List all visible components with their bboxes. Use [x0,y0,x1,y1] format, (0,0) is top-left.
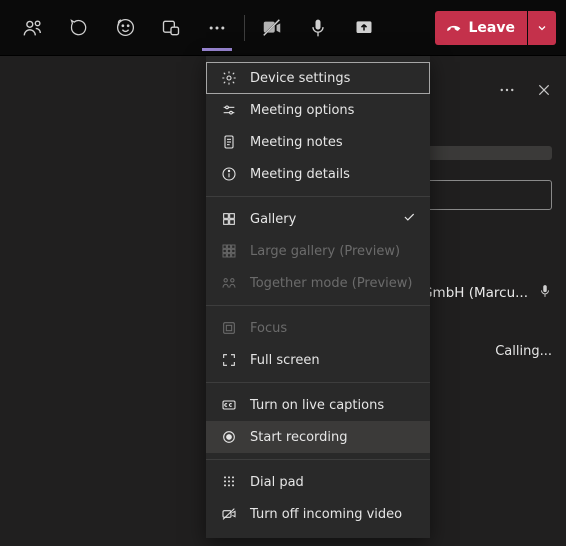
leave-label: Leave [469,20,515,36]
menu-item-start-recording[interactable]: Start recording [206,421,430,453]
menu-label: Device settings [250,71,350,86]
menu-item-meeting-notes[interactable]: Meeting notes [206,126,430,158]
chat-icon [69,18,89,38]
menu-label: Dial pad [250,475,304,490]
menu-item-large-gallery: Large gallery (Preview) [206,235,430,267]
record-icon [220,428,238,446]
mic-toggle-button[interactable] [295,5,341,51]
focus-icon [220,319,238,337]
people-icon [22,17,44,39]
menu-label: Together mode (Preview) [250,276,413,291]
check-icon [402,210,416,228]
panel-more-button[interactable] [498,81,516,103]
panel-close-button[interactable] [536,82,552,102]
rooms-icon [161,18,181,38]
fullscreen-icon [220,351,238,369]
more-actions-button[interactable] [194,5,240,51]
toolbar-separator [244,15,245,41]
leave-button[interactable]: Leave [435,11,527,45]
reactions-icon [115,17,136,38]
menu-item-device-settings[interactable]: Device settings [206,62,430,94]
more-actions-menu: Device settings Meeting options Meeting … [206,56,430,538]
gallery-icon [220,210,238,228]
sliders-icon [220,101,238,119]
dialpad-icon [220,473,238,491]
menu-item-dial-pad[interactable]: Dial pad [206,466,430,498]
menu-item-turn-off-incoming-video[interactable]: Turn off incoming video [206,498,430,530]
chevron-down-icon [536,22,548,34]
hangup-icon [445,19,463,37]
menu-label: Full screen [250,353,320,368]
gear-icon [220,69,238,87]
leave-group: Leave [435,11,556,45]
participant-mic-icon [538,284,552,302]
active-indicator [202,48,232,51]
more-icon [498,81,516,99]
leave-dropdown-button[interactable] [528,11,556,45]
menu-item-live-captions[interactable]: Turn on live captions [206,389,430,421]
close-icon [536,82,552,98]
mic-icon [308,18,328,38]
camera-off-icon [261,17,283,39]
more-icon [207,18,227,38]
menu-item-together-mode: Together mode (Preview) [206,267,430,299]
menu-label: Large gallery (Preview) [250,244,400,259]
participant-name: GmbH (Marcu... [422,285,528,301]
large-gallery-icon [220,242,238,260]
menu-item-meeting-options[interactable]: Meeting options [206,94,430,126]
menu-label: Turn on live captions [250,398,384,413]
menu-label: Turn off incoming video [250,507,402,522]
menu-label: Meeting notes [250,135,343,150]
menu-divider [206,196,430,197]
meeting-toolbar: Leave [0,0,566,56]
participants-button[interactable] [10,5,56,51]
chat-button[interactable] [56,5,102,51]
together-icon [220,274,238,292]
menu-divider [206,305,430,306]
menu-item-full-screen[interactable]: Full screen [206,344,430,376]
camera-toggle-button[interactable] [249,5,295,51]
menu-label: Meeting options [250,103,354,118]
menu-divider [206,459,430,460]
menu-item-meeting-details[interactable]: Meeting details [206,158,430,190]
video-off-icon [220,505,238,523]
reactions-button[interactable] [102,5,148,51]
notes-icon [220,133,238,151]
menu-item-gallery[interactable]: Gallery [206,203,430,235]
captions-icon [220,396,238,414]
info-icon [220,165,238,183]
menu-label: Focus [250,321,287,336]
share-screen-button[interactable] [341,5,387,51]
menu-label: Gallery [250,212,296,227]
menu-label: Start recording [250,430,348,445]
menu-label: Meeting details [250,167,350,182]
menu-item-focus: Focus [206,312,430,344]
share-screen-icon [354,18,374,38]
rooms-button[interactable] [148,5,194,51]
menu-divider [206,382,430,383]
